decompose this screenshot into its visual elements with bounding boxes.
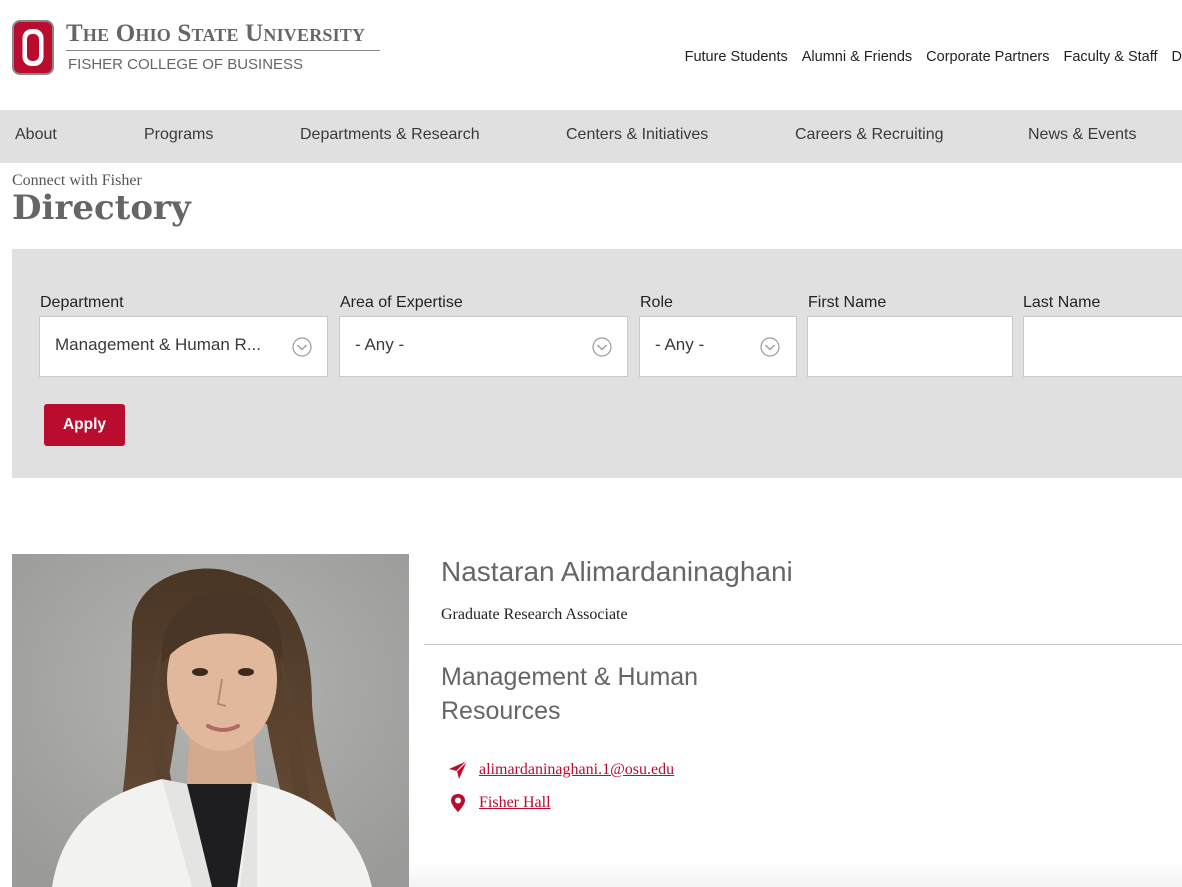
profile-title: Graduate Research Associate	[441, 606, 628, 623]
profile-email-link[interactable]: alimardaninaghani.1@osu.edu	[479, 761, 674, 779]
last-name-input[interactable]	[1023, 316, 1182, 377]
page-title: Directory	[12, 188, 191, 228]
profile-location-link[interactable]: Fisher Hall	[479, 794, 551, 812]
nav-item-news-events[interactable]: News & Events	[1028, 126, 1136, 144]
map-pin-icon	[451, 794, 465, 812]
util-link-corporate-partners[interactable]: Corporate Partners	[926, 49, 1049, 65]
block-o-icon	[12, 20, 54, 75]
nav-item-careers-recruiting[interactable]: Careers & Recruiting	[795, 126, 944, 144]
expertise-label: Area of Expertise	[340, 294, 463, 311]
apply-button[interactable]: Apply	[44, 404, 125, 446]
profile-divider	[424, 644, 1182, 645]
department-label: Department	[40, 294, 124, 311]
util-link-truncated[interactable]: D	[1172, 49, 1182, 65]
profile-photo-illustration	[12, 554, 409, 887]
nav-item-departments-research[interactable]: Departments & Research	[300, 126, 480, 144]
chevron-down-icon	[760, 337, 780, 357]
profile-email-row: alimardaninaghani.1@osu.edu	[448, 760, 674, 780]
department-select-value: Management & Human R...	[55, 335, 261, 354]
util-link-faculty-staff[interactable]: Faculty & Staff	[1063, 49, 1157, 65]
last-name-label: Last Name	[1023, 294, 1101, 311]
college-name: FISHER COLLEGE OF BUSINESS	[68, 56, 304, 73]
nav-item-about[interactable]: About	[15, 126, 57, 144]
nav-item-centers-initiatives[interactable]: Centers & Initiatives	[566, 126, 708, 144]
site-logo[interactable]: The Ohio State University FISHER COLLEGE…	[12, 20, 382, 78]
directory-filters: Department Management & Human R... Area …	[12, 249, 1182, 478]
expertise-select[interactable]: - Any -	[339, 316, 628, 377]
util-link-future-students[interactable]: Future Students	[685, 49, 788, 65]
university-name: The Ohio State University	[66, 20, 366, 47]
profile-department: Management & Human Resources	[441, 663, 699, 725]
profile-name: Nastaran Alimardaninaghani	[441, 556, 793, 587]
main-nav: About Programs Departments & Research Ce…	[0, 110, 1182, 163]
site-header: The Ohio State University FISHER COLLEGE…	[0, 0, 1182, 110]
utility-nav: Future Students Alumni & Friends Corpora…	[685, 49, 1182, 65]
util-link-alumni-friends[interactable]: Alumni & Friends	[802, 49, 912, 65]
paper-plane-icon	[449, 760, 468, 779]
profile-location-row: Fisher Hall	[448, 793, 551, 813]
bottom-fade	[409, 862, 1182, 887]
first-name-label: First Name	[808, 294, 887, 311]
expertise-select-value: - Any -	[355, 335, 405, 354]
role-select-value: - Any -	[655, 335, 705, 354]
role-label: Role	[640, 294, 673, 311]
chevron-down-icon	[592, 337, 612, 357]
profile-photo	[12, 554, 409, 887]
logo-divider	[66, 50, 380, 51]
department-select[interactable]: Management & Human R...	[39, 316, 328, 377]
nav-item-programs[interactable]: Programs	[144, 126, 213, 144]
chevron-down-icon	[292, 337, 312, 357]
role-select[interactable]: - Any -	[639, 316, 797, 377]
first-name-input[interactable]	[807, 316, 1013, 377]
